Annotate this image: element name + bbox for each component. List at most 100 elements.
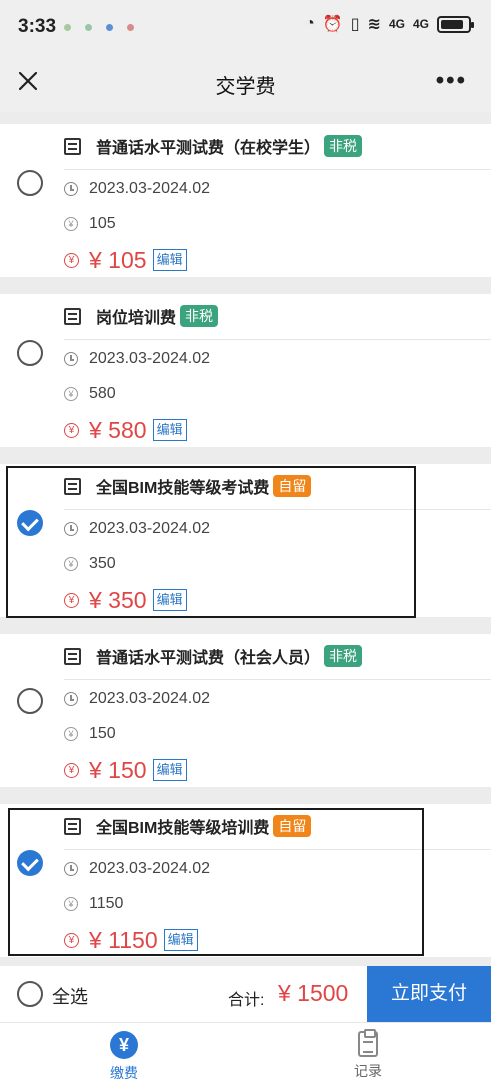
clock-icon [64,692,78,706]
fee-amount-row: ¥ 350 [64,553,116,575]
wifi-icon: ≋ [367,16,381,33]
fee-period: 2023.03-2024.02 [89,350,210,367]
fee-price: ¥ 1150 [89,926,158,953]
fee-title-row: 全国BIM技能等级培训费 自留 [64,813,312,839]
select-all-label[interactable]: 全选 [52,983,88,1009]
edit-button[interactable]: 编辑 [163,929,198,951]
fee-checkbox-checked[interactable] [17,510,43,536]
fee-amount-row: ¥ 150 [64,723,116,745]
fee-price-row: ¥ ¥ 105 编辑 [64,246,187,274]
fee-card-putonghua-public[interactable]: 普通话水平测试费（社会人员） 非税 2023.03-2024.02 ¥ 150 … [0,634,491,787]
tab-pay[interactable]: ¥ 缴费 [84,1031,164,1083]
document-icon [64,817,81,835]
status-time: 3:33 [18,16,57,37]
alarm-icon: ⏰ [322,16,343,33]
fee-amount: 150 [89,725,116,742]
fee-title-row: 全国BIM技能等级考试费 自留 [64,473,312,499]
fee-name: 普通话水平测试费（社会人员） [96,650,321,667]
fee-card-bim-exam[interactable]: 全国BIM技能等级考试费 自留 2023.03-2024.02 ¥ 350 ¥ … [0,464,491,617]
fee-checkbox[interactable] [17,688,43,714]
yen-icon: ¥ [64,897,78,911]
edit-button[interactable]: 编辑 [152,419,187,441]
fee-period: 2023.03-2024.02 [89,860,210,877]
clipboard-icon [358,1029,378,1057]
fee-period-row: 2023.03-2024.02 [64,856,210,882]
checkout-bar: 全选 合计: ¥ 1500 立即支付 [0,966,491,1022]
fee-amount-row: ¥ 580 [64,383,116,405]
fee-name: 普通话水平测试费（在校学生） [96,140,321,157]
fee-amount: 105 [89,215,116,232]
fee-amount-row: ¥ 1150 [64,893,123,915]
fee-price-row: ¥ ¥ 350 编辑 [64,586,187,614]
tab-label: 缴费 [110,1065,138,1081]
fee-price-row: ¥ ¥ 150 编辑 [64,756,187,784]
tab-label: 记录 [354,1063,382,1079]
yen-icon: ¥ [64,592,79,608]
notification-icon [106,24,113,31]
divider [64,169,491,170]
fee-card-putonghua-student[interactable]: 普通话水平测试费（在校学生） 非税 2023.03-2024.02 ¥ 105 … [0,124,491,277]
fee-tag: 非税 [324,645,363,667]
fee-price: ¥ 350 [89,586,147,613]
fee-card-bim-training[interactable]: 全国BIM技能等级培训费 自留 2023.03-2024.02 ¥ 1150 ¥… [0,804,491,957]
fee-period-row: 2023.03-2024.02 [64,516,210,542]
fee-price-row: ¥ ¥ 580 编辑 [64,416,187,444]
yen-icon: ¥ [64,422,79,438]
notification-icon [127,24,134,31]
edit-button[interactable]: 编辑 [152,589,187,611]
yen-icon: ¥ [64,252,79,268]
fee-title-row: 普通话水平测试费（在校学生） 非税 [64,133,363,159]
fee-price: ¥ 150 [89,756,147,783]
fee-name: 全国BIM技能等级考试费 [96,480,270,497]
fee-amount-row: ¥ 105 [64,213,116,235]
divider [64,339,491,340]
tab-record[interactable]: 记录 [328,1029,408,1081]
fee-amount: 1150 [89,895,124,912]
fee-price-row: ¥ ¥ 1150 编辑 [64,926,198,954]
fee-checkbox-checked[interactable] [17,850,43,876]
fee-name: 全国BIM技能等级培训费 [96,820,270,837]
clock-icon [64,182,78,196]
more-icon[interactable]: ••• [436,67,467,95]
document-icon [64,647,81,665]
fee-tag: 非税 [324,135,363,157]
document-icon [64,477,81,495]
signal-icon-1: 4G [388,17,405,31]
fee-amount: 350 [89,555,116,572]
signal-icon-2: 4G [412,17,429,31]
fee-card-job-training[interactable]: 岗位培训费 非税 2023.03-2024.02 ¥ 580 ¥ ¥ 580 编… [0,294,491,447]
yen-icon: ¥ [64,217,78,231]
fee-period: 2023.03-2024.02 [89,520,210,537]
total-price: ¥ 1500 [278,980,349,1006]
yen-icon: ¥ [64,762,79,778]
edit-button[interactable]: 编辑 [152,249,187,271]
fee-checkbox[interactable] [17,340,43,366]
page-title: 交学费 [215,76,276,98]
nav-bar: 交学费 ••• [0,56,491,112]
fee-name: 岗位培训费 [96,310,177,327]
divider [64,509,491,510]
notification-icon [64,24,71,31]
edit-button[interactable]: 编辑 [152,759,187,781]
fee-period: 2023.03-2024.02 [89,690,210,707]
clock-icon [64,522,78,536]
yen-icon: ¥ [64,387,78,401]
document-icon [64,137,81,155]
pay-now-button[interactable]: 立即支付 [367,966,491,1022]
yen-icon: ¥ [110,1031,138,1059]
select-all-checkbox[interactable] [17,981,43,1007]
fee-amount: 580 [89,385,116,402]
divider [64,679,491,680]
fee-checkbox[interactable] [17,170,43,196]
clock-icon [64,862,78,876]
notification-icon [85,24,92,31]
fee-tag: 自留 [273,475,312,497]
fee-price: ¥ 105 [89,246,147,273]
fee-title-row: 普通话水平测试费（社会人员） 非税 [64,643,363,669]
divider [64,849,491,850]
status-bar: 3:33 ◔ ⏰ ▯ ≋ 4G 4G [0,0,491,56]
fee-period-row: 2023.03-2024.02 [64,176,210,202]
fee-title-row: 岗位培训费 非税 [64,303,219,329]
fee-tag: 非税 [180,305,219,327]
yen-icon: ¥ [64,727,78,741]
